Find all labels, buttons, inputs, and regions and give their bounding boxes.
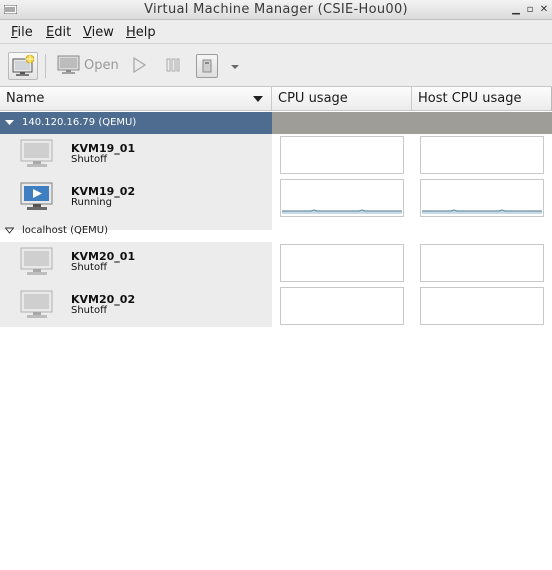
cpu-usage-graph [280,244,404,282]
toolbar-separator [45,54,46,78]
cpu-usage-graph [280,179,404,217]
chevron-down-icon [231,65,239,69]
title-bar[interactable]: Virtual Machine Manager (CSIE-Hou00) ▁ ▫… [0,0,552,20]
column-cpu-label: CPU usage [278,91,348,106]
column-header: Name CPU usage Host CPU usage [0,87,552,111]
column-name-label: Name [6,91,45,106]
column-name-header[interactable]: Name [0,87,272,111]
column-host-cpu-label: Host CPU usage [418,91,522,106]
vm-row[interactable]: KVM19_01 Shutoff [0,134,552,176]
monitor-icon [57,55,80,74]
shutdown-button[interactable] [196,54,218,78]
connection-row[interactable]: localhost (QEMU) [0,220,552,242]
expander-open-icon[interactable] [5,226,14,235]
new-vm-icon [12,54,35,76]
vm-shutoff-icon [20,139,53,167]
menu-view[interactable]: View [83,25,114,40]
menu-help[interactable]: Help [126,25,156,40]
vm-row[interactable]: KVM20_02 Shutoff [0,285,552,327]
vm-list[interactable]: 140.120.16.79 (QEMU) KVM19_01 Shutoff KV… [0,111,552,570]
column-host-cpu-header[interactable]: Host CPU usage [412,87,552,111]
vm-status: Shutoff [71,262,107,273]
vm-status: Shutoff [71,154,107,165]
host-cpu-usage-sparkline [422,209,542,214]
vm-row[interactable]: KVM20_01 Shutoff [0,242,552,284]
new-vm-button[interactable] [8,52,38,80]
connection-row[interactable]: 140.120.16.79 (QEMU) [0,112,552,134]
menu-bar: File Edit View Help [0,20,552,44]
window-title: Virtual Machine Manager (CSIE-Hou00) [144,2,408,17]
menu-file[interactable]: File [11,25,33,40]
pause-button[interactable] [164,56,182,74]
run-button[interactable] [130,56,148,74]
open-button[interactable]: Open [57,54,119,78]
shutdown-menu-button[interactable] [229,61,241,71]
host-cpu-usage-graph [420,244,544,282]
toolbar: Open [0,44,552,87]
cpu-usage-graph [280,287,404,325]
cpu-usage-sparkline [282,209,402,214]
virt-manager-window: Virtual Machine Manager (CSIE-Hou00) ▁ ▫… [0,0,552,570]
maximize-icon[interactable]: ▫ [524,4,536,16]
minimize-icon[interactable]: ▁ [510,4,522,16]
connection-label: localhost (QEMU) [22,225,109,236]
vm-shutoff-icon [20,247,53,275]
cpu-usage-graph [280,136,404,174]
vm-status: Shutoff [71,305,107,316]
connection-label: 140.120.16.79 (QEMU) [22,117,137,128]
pause-icon [166,58,180,72]
column-cpu-header[interactable]: CPU usage [272,87,412,111]
close-icon[interactable]: ✕ [538,4,550,16]
play-icon [133,56,147,74]
host-cpu-usage-graph [420,179,544,217]
selection-highlight-rest [272,112,552,134]
menu-edit[interactable]: Edit [46,25,71,40]
vm-row[interactable]: KVM19_02 Running [0,177,552,219]
vm-running-icon [20,182,53,210]
host-cpu-usage-graph [420,136,544,174]
vm-status: Running [71,197,112,208]
shutdown-icon [202,59,212,73]
sort-descending-icon [253,96,263,102]
vm-shutoff-icon [20,290,53,318]
open-label: Open [84,58,119,73]
host-cpu-usage-graph [420,287,544,325]
expander-open-icon[interactable] [5,118,14,127]
